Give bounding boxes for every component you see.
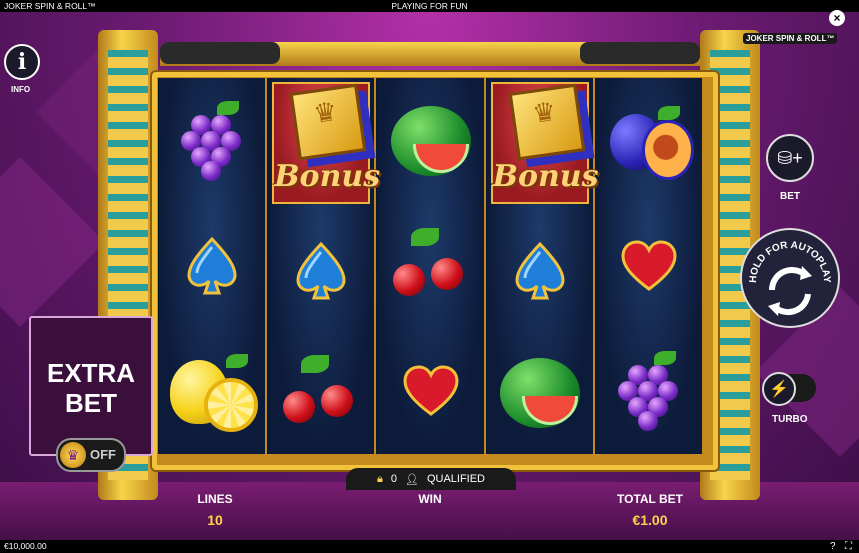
reel-cell xyxy=(596,203,702,328)
watermelon-symbol xyxy=(390,105,471,176)
reel-3 xyxy=(376,78,484,454)
reel-frame-top xyxy=(160,42,700,66)
play-mode-label: PLAYING FOR FUN xyxy=(391,1,468,11)
win-stat: WIN xyxy=(405,492,455,506)
info-button[interactable]: i xyxy=(4,44,40,80)
svg-text:HOLD FOR AUTOPLAY: HOLD FOR AUTOPLAY xyxy=(748,240,832,284)
watermelon-symbol xyxy=(499,357,580,428)
reel-cell xyxy=(159,78,265,203)
bonus-symbol: Bonus xyxy=(490,82,599,204)
reel-cell xyxy=(268,210,374,332)
autoplay-text: HOLD FOR AUTOPLAY xyxy=(748,240,832,284)
info-label: INFO xyxy=(11,85,31,94)
reel-4: Bonus xyxy=(485,78,599,454)
total-bet-value: €1.00 xyxy=(632,512,668,528)
bonus-label: Bonus xyxy=(492,158,599,194)
reel-cell xyxy=(377,329,483,454)
bet-button[interactable]: ⛁+ xyxy=(766,134,814,182)
grapes-symbol xyxy=(614,351,684,432)
spin-button[interactable]: HOLD FOR AUTOPLAY xyxy=(740,228,840,328)
reel-cell xyxy=(377,203,483,328)
cherries-symbol xyxy=(392,227,469,304)
win-label: WIN xyxy=(418,492,442,506)
top-bar: JOKER SPIN & ROLL™ PLAYING FOR FUN xyxy=(0,0,859,12)
spade-symbol xyxy=(513,240,567,302)
toggle-state-label: OFF xyxy=(90,447,116,462)
lightning-icon: ⚡ xyxy=(769,381,789,398)
game-logo: JOKER SPIN & ROLL™ xyxy=(743,33,838,44)
reel-2: Bonus xyxy=(267,78,381,454)
qualified-label: QUALIFIED xyxy=(426,473,486,485)
qualified-count: 0 xyxy=(390,473,397,485)
turbo-button[interactable]: ⚡ xyxy=(762,372,796,406)
plum-symbol xyxy=(609,105,694,180)
person-icon: 👤︎ xyxy=(404,473,419,486)
turbo-label: TURBO xyxy=(772,414,808,425)
coins-plus-icon: ⛁+ xyxy=(777,147,803,168)
reel-cell xyxy=(159,329,265,454)
reel-cell: Bonus xyxy=(268,78,381,210)
reel-cell xyxy=(268,332,374,454)
background-diamond xyxy=(0,157,105,327)
reel-5 xyxy=(594,78,703,454)
cherries-symbol xyxy=(283,354,359,431)
bottom-bar: €10,000.00 ? ⛶ xyxy=(0,540,859,553)
reel-cell xyxy=(596,78,702,203)
close-button[interactable]: × xyxy=(829,10,845,26)
total-bet-stat: TOTAL BET €1.00 xyxy=(605,492,695,528)
spin-icon: HOLD FOR AUTOPLAY xyxy=(748,240,832,316)
extra-bet-toggle[interactable]: ♛ OFF xyxy=(56,438,126,472)
help-icon[interactable]: ? xyxy=(830,540,836,553)
lines-value: 10 xyxy=(207,512,223,528)
reel-cell xyxy=(377,78,483,203)
reel-cell: Bonus xyxy=(487,78,599,210)
reel-grid: Bonus Bonus xyxy=(158,78,703,454)
fullscreen-icon[interactable]: ⛶ xyxy=(845,540,852,553)
reel-cell xyxy=(487,210,593,332)
reel-cell xyxy=(596,329,702,454)
grapes-symbol xyxy=(177,100,247,181)
lemon-symbol xyxy=(170,354,259,433)
extra-bet-line1: EXTRA xyxy=(46,358,136,388)
spade-symbol xyxy=(294,240,348,302)
lines-label: LINES xyxy=(197,492,233,506)
reel-cell xyxy=(159,203,265,328)
reel-cell xyxy=(487,332,593,454)
reel-1 xyxy=(158,78,266,454)
bonus-label: Bonus xyxy=(274,158,381,194)
balance: €10,000.00 xyxy=(4,541,47,551)
spade-symbol xyxy=(185,235,239,297)
qualified-bar: 🔒︎ 0 👤︎ QUALIFIED xyxy=(346,468,516,490)
lock-icon: 🔒︎ xyxy=(376,472,383,485)
heart-symbol xyxy=(402,364,460,418)
info-icon: i xyxy=(17,49,27,75)
extra-bet-panel[interactable]: EXTRA BET xyxy=(29,316,153,456)
heart-symbol xyxy=(620,239,678,293)
lines-stat: LINES 10 xyxy=(190,492,240,528)
bet-label: BET xyxy=(780,191,800,202)
extra-bet-line2: BET xyxy=(65,388,117,418)
total-bet-label: TOTAL BET xyxy=(617,492,683,506)
bonus-symbol: Bonus xyxy=(272,82,381,204)
jester-icon: ♛ xyxy=(60,442,86,468)
